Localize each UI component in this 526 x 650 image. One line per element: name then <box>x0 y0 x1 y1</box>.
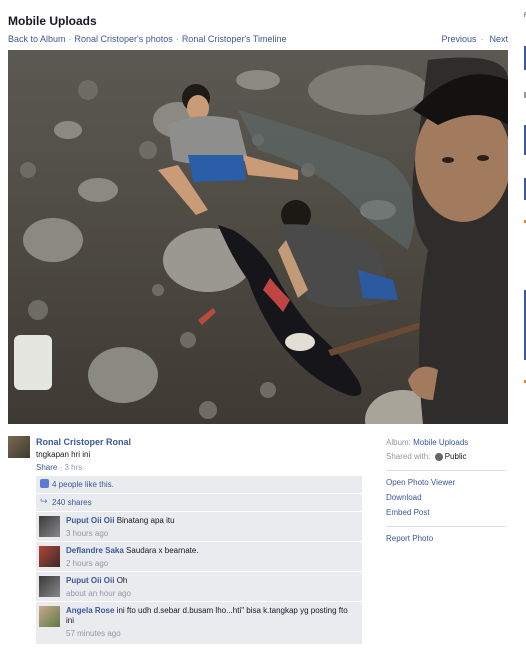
comment: Puput Oii Oii Oh about an hour ago <box>36 572 362 602</box>
back-to-album-link[interactable]: Back to Album <box>8 34 66 44</box>
commenter-avatar[interactable] <box>39 576 60 597</box>
commenter-avatar[interactable] <box>39 546 60 567</box>
commenter-name[interactable]: Angela Rose <box>66 606 114 615</box>
album-link[interactable]: Mobile Uploads <box>413 438 468 447</box>
share-link[interactable]: Share <box>36 463 57 472</box>
author-avatar[interactable] <box>8 436 30 458</box>
post-meta: Share · 3 hrs <box>36 463 82 472</box>
commenter-name[interactable]: Deflandre Saka <box>66 546 124 555</box>
open-photo-viewer-link[interactable]: Open Photo Viewer <box>386 475 506 490</box>
comment-time[interactable]: 3 hours ago <box>66 529 356 539</box>
sidebar-divider <box>386 526 506 527</box>
embed-post-link[interactable]: Embed Post <box>386 505 506 520</box>
comment-text: Oh <box>116 576 128 585</box>
comment-time[interactable]: about an hour ago <box>66 589 356 599</box>
main-photo[interactable] <box>8 50 508 424</box>
likes-row: 4 people like this. <box>36 476 362 494</box>
likes-count[interactable]: 4 people like this. <box>52 480 114 489</box>
photos-link[interactable]: Ronal Cristoper's photos <box>75 34 173 44</box>
comment-time[interactable]: 57 minutes ago <box>66 629 356 639</box>
commenter-avatar[interactable] <box>39 606 60 627</box>
feedback-box: 4 people like this. ↪ 240 shares Puput O… <box>36 476 362 645</box>
globe-icon <box>434 452 443 461</box>
right-sidebar-edge: F <box>514 0 526 650</box>
thumbs-up-icon <box>40 479 49 488</box>
timeline-link[interactable]: Ronal Cristoper's Timeline <box>182 34 287 44</box>
comment: Puput Oii Oii Binatang apa itu 3 hours a… <box>36 512 362 542</box>
shared-with-label: Shared with: <box>386 452 431 461</box>
share-icon: ↪ <box>40 496 48 506</box>
photo-pagination: Previous · Next <box>435 34 508 44</box>
comment-body: Puput Oii Oii Binatang apa itu 3 hours a… <box>66 516 356 539</box>
commenter-name[interactable]: Puput Oii Oii <box>66 576 114 585</box>
photo-info-sidebar: Album: Mobile Uploads Shared with: Publi… <box>386 436 506 546</box>
privacy-value[interactable]: Public <box>445 452 467 461</box>
report-photo-link[interactable]: Report Photo <box>386 531 506 546</box>
comment-body: Angela Rose ini fto udh d.sebar d.busam … <box>66 606 356 639</box>
comment-text: Binatang apa itu <box>116 516 175 525</box>
comment: Deflandre Saka Saudara x bearnate. 2 hou… <box>36 542 362 572</box>
breadcrumb: Back to Album · Ronal Cristoper's photos · R… <box>8 34 287 44</box>
comment-time[interactable]: 2 hours ago <box>66 559 356 569</box>
privacy-row: Shared with: Public <box>386 450 506 464</box>
author-name[interactable]: Ronal Cristoper Ronal <box>36 437 131 447</box>
pagination-separator: · <box>480 34 484 44</box>
comment-body: Puput Oii Oii Oh about an hour ago <box>66 576 356 599</box>
photo-illustration <box>8 50 508 424</box>
download-link[interactable]: Download <box>386 490 506 505</box>
comment: Angela Rose ini fto udh d.sebar d.busam … <box>36 602 362 645</box>
breadcrumb-separator: · <box>68 34 72 44</box>
comment-text: Saudara x bearnate. <box>126 546 199 555</box>
page-title: Mobile Uploads <box>8 14 97 28</box>
album-row: Album: Mobile Uploads <box>386 436 506 450</box>
commenter-name[interactable]: Puput Oii Oii <box>66 516 114 525</box>
commenter-avatar[interactable] <box>39 516 60 537</box>
album-label: Album: <box>386 438 411 447</box>
post-time[interactable]: 3 hrs <box>64 463 82 472</box>
photo-caption: tngkapan hri ini <box>36 450 91 459</box>
comment-body: Deflandre Saka Saudara x bearnate. 2 hou… <box>66 546 356 569</box>
shares-row: ↪ 240 shares <box>36 494 362 512</box>
previous-link[interactable]: Previous <box>441 34 476 44</box>
shares-count[interactable]: 240 shares <box>52 498 92 507</box>
next-link[interactable]: Next <box>489 34 508 44</box>
sidebar-divider <box>386 470 506 471</box>
breadcrumb-separator: · <box>175 34 179 44</box>
